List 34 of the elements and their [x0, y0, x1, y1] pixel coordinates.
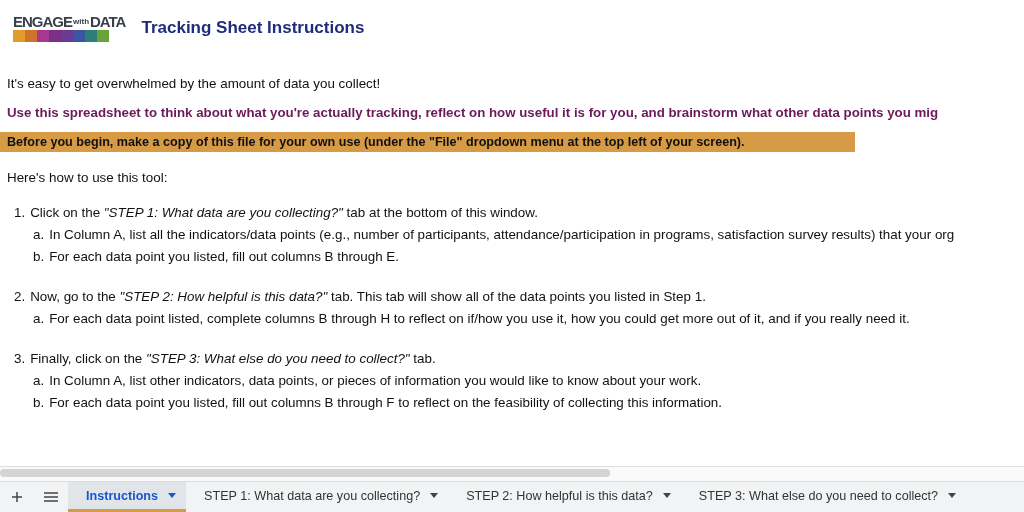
step-text: Now, go to the "STEP 2: How helpful is this data?" tab. This tab will show all of the data points you listed in Step 1.: [30, 288, 706, 304]
logo-word: ENGAGE: [13, 13, 72, 31]
substep-letter: b.: [33, 248, 45, 264]
sheet-tab[interactable]: STEP 3: What else do you need to collect?: [680, 482, 967, 512]
sheet-title: Tracking Sheet Instructions: [141, 18, 365, 38]
substep-letter: a.: [33, 310, 45, 326]
intro-text: It's easy to get overwhelmed by the amount of data you collect!: [7, 76, 382, 91]
logo-word: DATA: [90, 13, 126, 31]
howto-text: Here's how to use this tool:: [7, 170, 169, 185]
step-text: Click on the "STEP 1: What data are you collecting?" tab at the bottom of this window.: [30, 204, 538, 220]
substep-text: For each data point you listed, fill out columns B through F to reflect on the feasibility of collecting this information.: [49, 394, 723, 410]
substep-text: For each data point you listed, fill out columns B through E.: [49, 248, 399, 264]
logo-tiles-icon: [13, 30, 109, 43]
sheet-tab[interactable]: STEP 1: What data are you collecting?: [186, 482, 449, 512]
logo-word: with: [73, 17, 89, 27]
substep-letter: a.: [33, 226, 45, 242]
caret-icon[interactable]: [430, 493, 439, 498]
sheet-tab[interactable]: Instructions: [68, 482, 187, 512]
substep-letter: b.: [33, 394, 45, 410]
step-number: 2.: [14, 288, 26, 304]
step-number: 3.: [14, 350, 26, 366]
caret-icon[interactable]: [948, 493, 957, 498]
substep-letter: a.: [33, 372, 45, 388]
step-text: Finally, click on the "STEP 3: What else do you need to collect?" tab.: [30, 350, 436, 366]
caret-icon[interactable]: [168, 493, 177, 498]
step-number: 1.: [14, 204, 26, 220]
caret-icon[interactable]: [662, 493, 671, 498]
substep-text: In Column A, list all the indicators/data points (e.g., number of participants, attendance/participation in programs, satisfaction survey results) that your org: [49, 226, 955, 242]
notice-banner: Before you begin, make a copy of this file for your own use (under the "File" dropdown menu at the top left of your screen).: [0, 132, 855, 152]
substep-text: In Column A, list other indicators, data points, or pieces of information you would like to know about your work.: [49, 372, 702, 388]
purpose-text: Use this spreadsheet to think about what you're actually tracking, reflect on how useful it is for you, and brainstorm what other data points you mig: [7, 105, 940, 120]
sheet-tab[interactable]: STEP 2: How helpful is this data?: [448, 482, 681, 512]
substep-text: For each data point listed, complete columns B through H to reflect on if/how you use it, how you could get more out of it, and if you really need it.: [49, 310, 910, 326]
scrollbar-thumb[interactable]: [0, 469, 610, 477]
